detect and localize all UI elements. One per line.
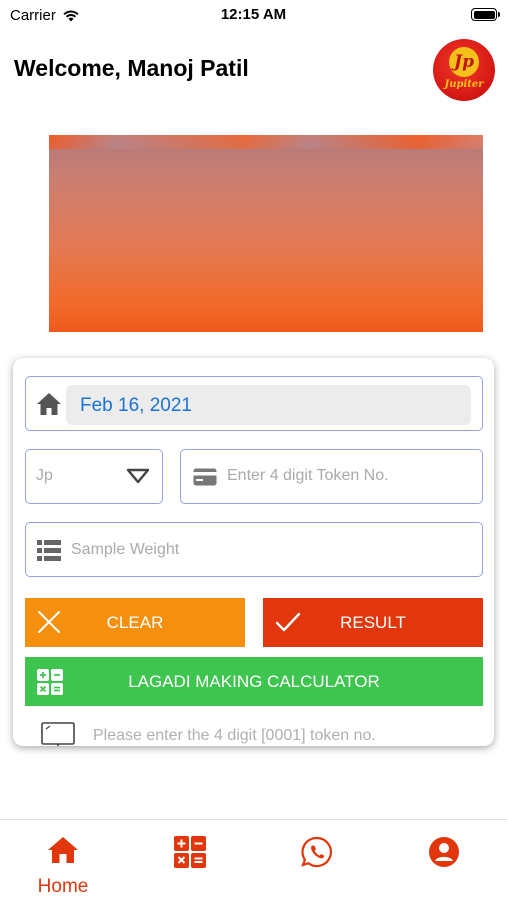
date-picker[interactable]: Feb 16, 2021 xyxy=(66,385,471,425)
status-bar: Carrier 12:15 AM xyxy=(0,0,507,30)
logo-mark: Jp xyxy=(449,46,479,77)
calculator-label: LAGADI MAKING CALCULATOR xyxy=(128,671,380,691)
logo-text: Jupiter xyxy=(444,78,484,90)
checkmark-icon xyxy=(275,612,301,632)
credit-card-icon xyxy=(193,468,217,486)
profile-icon xyxy=(429,837,459,867)
clear-label: CLEAR xyxy=(106,612,164,632)
date-field[interactable]: Feb 16, 2021 xyxy=(25,376,483,431)
metal-select[interactable]: Jp xyxy=(25,449,163,504)
tab-home[interactable]: Home xyxy=(0,820,126,900)
status-time: 12:15 AM xyxy=(220,6,287,23)
page-title: Welcome, Manoj Patil xyxy=(14,55,249,81)
home-icon xyxy=(37,393,61,415)
tab-calculator[interactable] xyxy=(127,820,253,900)
banner-image xyxy=(49,135,483,332)
token-input[interactable]: Enter 4 digit Token No. xyxy=(180,449,483,504)
result-label: RESULT xyxy=(340,612,406,632)
calculator-icon xyxy=(37,669,63,695)
clear-button[interactable]: CLEAR xyxy=(25,598,245,647)
hint-text: Please enter the 4 digit [0001] token no… xyxy=(93,727,376,744)
chevron-down-icon xyxy=(126,468,150,484)
tab-whatsapp[interactable] xyxy=(254,820,380,900)
tab-profile[interactable] xyxy=(381,820,507,900)
battery-icon xyxy=(471,8,500,21)
select-value: Jp xyxy=(36,467,53,484)
jupiter-logo: Jp Jupiter xyxy=(433,39,495,101)
date-value: Feb 16, 2021 xyxy=(80,395,192,416)
result-button[interactable]: RESULT xyxy=(263,598,483,647)
hint-row: Please enter the 4 digit [0001] token no… xyxy=(41,720,481,746)
home-icon xyxy=(48,837,78,863)
token-placeholder: Enter 4 digit Token No. xyxy=(227,467,389,484)
weight-placeholder: Sample Weight xyxy=(71,541,180,558)
monitor-icon xyxy=(41,722,75,746)
bottom-tab-bar: Home xyxy=(0,819,507,900)
sample-weight-input[interactable]: Sample Weight xyxy=(25,522,483,577)
close-icon xyxy=(38,611,60,633)
calculator-icon xyxy=(174,836,206,868)
tab-home-label: Home xyxy=(37,876,89,897)
whatsapp-icon xyxy=(301,836,332,868)
calculator-form-card: Feb 16, 2021 Jp Enter 4 digit Token No. … xyxy=(13,358,494,746)
lagadi-making-calculator-button[interactable]: LAGADI MAKING CALCULATOR xyxy=(25,657,483,706)
list-icon xyxy=(37,540,61,561)
